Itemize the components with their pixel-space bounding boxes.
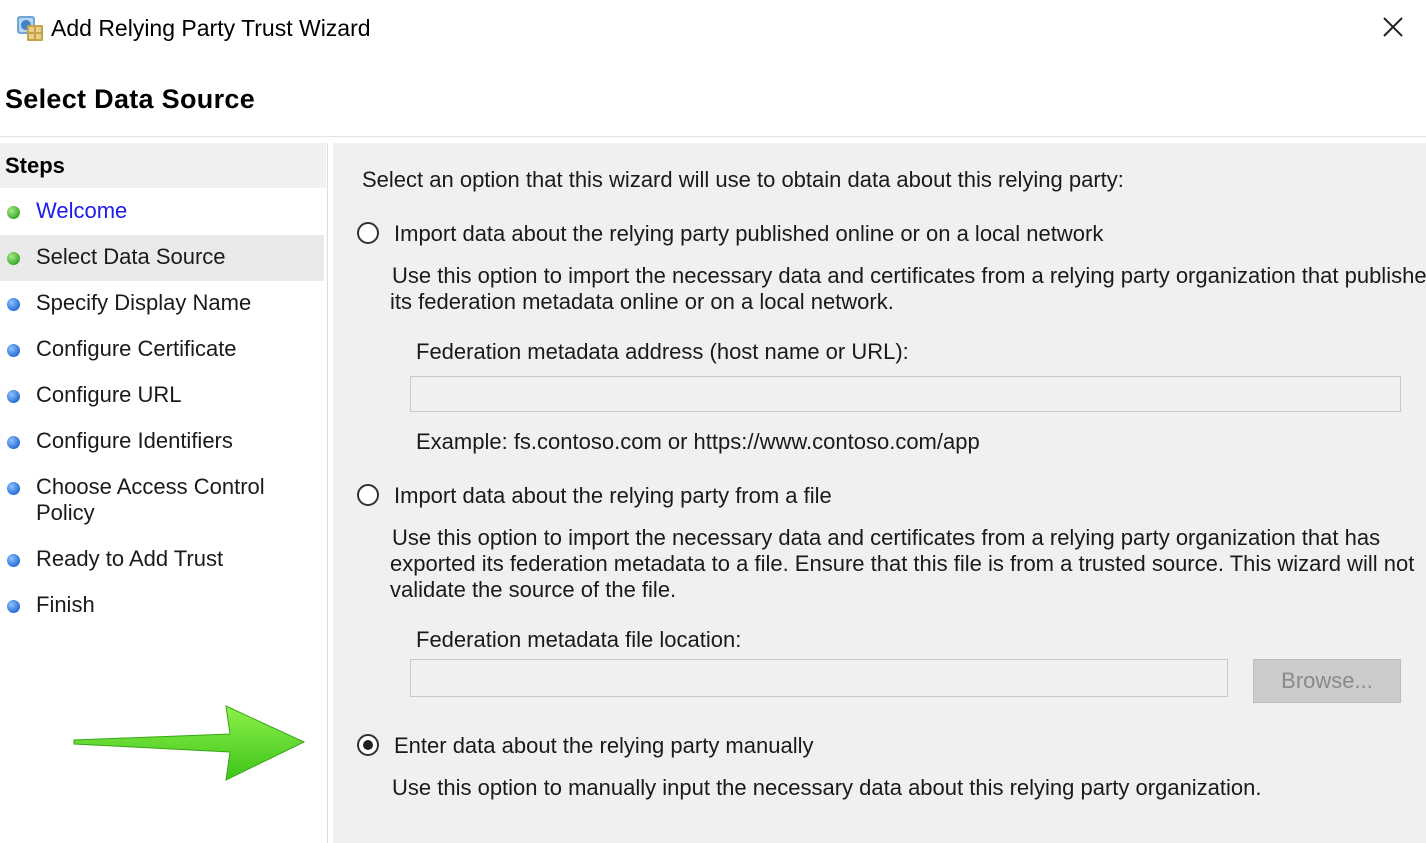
step-specify-display-name: Specify Display Name <box>0 281 324 327</box>
option-file-desc-line3: validate the source of the file. <box>390 577 677 602</box>
main-panel: Select an option that this wizard will u… <box>333 143 1426 843</box>
option-online-desc-line1: Use this option to import the necessary … <box>392 263 1426 288</box>
close-icon <box>1383 17 1403 37</box>
metadata-address-example: Example: fs.contoso.com or https://www.c… <box>416 429 980 454</box>
steps-header-label: Steps <box>5 153 65 178</box>
metadata-address-label: Federation metadata address (host name o… <box>416 339 909 364</box>
step-select-data-source: Select Data Source <box>0 235 324 281</box>
step-complete-icon <box>7 206 20 219</box>
step-label: Specify Display Name <box>36 290 252 315</box>
title-bar: Add Relying Party Trust Wizard <box>0 0 1426 58</box>
metadata-file-label: Federation metadata file location: <box>416 627 742 652</box>
browse-button[interactable]: Browse... <box>1253 659 1401 703</box>
option-online-desc-line2: its federation metadata online or on a l… <box>390 289 894 314</box>
step-pending-icon <box>7 554 20 567</box>
step-pending-icon <box>7 600 20 613</box>
step-current-icon <box>7 252 20 265</box>
radio-enter-manually[interactable] <box>357 734 379 756</box>
option-manual-label[interactable]: Enter data about the relying party manua… <box>394 733 813 759</box>
radio-import-file[interactable] <box>357 484 379 506</box>
window-title: Add Relying Party Trust Wizard <box>51 15 371 41</box>
step-label: Choose Access Control <box>36 474 265 499</box>
option-online-label[interactable]: Import data about the relying party publ… <box>394 221 1103 247</box>
metadata-file-input[interactable] <box>410 659 1228 697</box>
step-label: Configure Identifiers <box>36 428 233 453</box>
step-configure-certificate: Configure Certificate <box>0 327 324 373</box>
step-ready-to-add-trust: Ready to Add Trust <box>0 537 324 583</box>
step-pending-icon <box>7 482 20 495</box>
step-pending-icon <box>7 344 20 357</box>
step-choose-access-control-policy: Choose Access Control Policy <box>0 465 324 537</box>
step-label: Configure Certificate <box>36 336 237 361</box>
metadata-address-input[interactable] <box>410 376 1401 412</box>
step-label-line2: Policy <box>36 500 95 525</box>
step-label: Configure URL <box>36 382 182 407</box>
step-pending-icon <box>7 390 20 403</box>
step-finish: Finish <box>0 583 324 629</box>
sidebar-divider <box>327 143 328 843</box>
option-file-desc-line2: exported its federation metadata to a fi… <box>390 551 1415 576</box>
step-configure-identifiers: Configure Identifiers <box>0 419 324 465</box>
step-pending-icon <box>7 436 20 449</box>
step-pending-icon <box>7 298 20 311</box>
step-welcome[interactable]: Welcome <box>0 189 324 235</box>
option-manual-desc: Use this option to manually input the ne… <box>392 775 1262 800</box>
adfs-app-icon <box>17 16 43 41</box>
intro-text: Select an option that this wizard will u… <box>362 167 1124 192</box>
annotation-arrow-icon <box>73 705 306 781</box>
page-title: Select Data Source <box>5 84 256 114</box>
option-file-desc-line1: Use this option to import the necessary … <box>392 525 1381 550</box>
step-configure-url: Configure URL <box>0 373 324 419</box>
step-label: Ready to Add Trust <box>36 546 224 571</box>
option-file-label[interactable]: Import data about the relying party from… <box>394 483 832 509</box>
step-label[interactable]: Welcome <box>36 198 127 224</box>
radio-import-online[interactable] <box>357 222 379 244</box>
step-label: Finish <box>36 592 95 617</box>
header-divider <box>0 136 1426 137</box>
step-label: Select Data Source <box>36 244 226 269</box>
steps-header: Steps <box>0 143 326 188</box>
close-button[interactable] <box>1372 8 1414 46</box>
